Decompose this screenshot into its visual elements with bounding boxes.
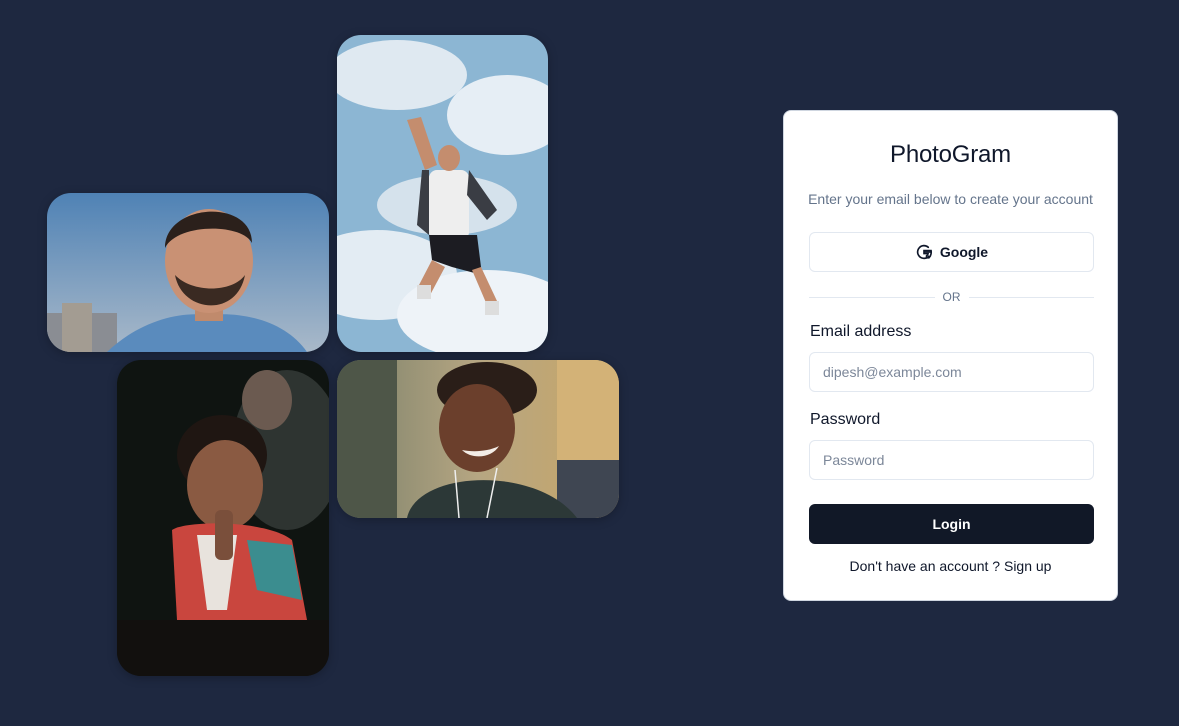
login-button[interactable]: Login bbox=[809, 504, 1094, 544]
or-divider: OR bbox=[809, 289, 1094, 305]
photo-man-jumping bbox=[337, 35, 548, 352]
photo-woman-smiling bbox=[337, 360, 619, 518]
divider-line-left bbox=[809, 296, 935, 298]
signup-prompt-text: Don't have an account ? bbox=[849, 558, 1001, 574]
divider-line-right bbox=[968, 296, 1094, 298]
password-label: Password bbox=[810, 411, 881, 428]
google-button-label: Google bbox=[939, 244, 989, 260]
photo-bearded-man bbox=[47, 193, 329, 352]
google-icon bbox=[916, 244, 932, 260]
login-subtitle: Enter your email below to create your ac… bbox=[808, 191, 1093, 207]
login-card: PhotoGram Enter your email below to crea… bbox=[783, 110, 1118, 601]
app-title: PhotoGram bbox=[890, 141, 1011, 168]
email-label: Email address bbox=[810, 323, 912, 340]
google-signin-button[interactable]: Google bbox=[809, 232, 1094, 272]
photo-child-laughing bbox=[117, 360, 329, 676]
signup-prompt: Don't have an account ? Sign up bbox=[784, 558, 1117, 574]
signup-link[interactable]: Sign up bbox=[1004, 558, 1051, 574]
password-field[interactable] bbox=[809, 440, 1094, 480]
email-field[interactable] bbox=[809, 352, 1094, 392]
divider-text: OR bbox=[942, 290, 961, 304]
